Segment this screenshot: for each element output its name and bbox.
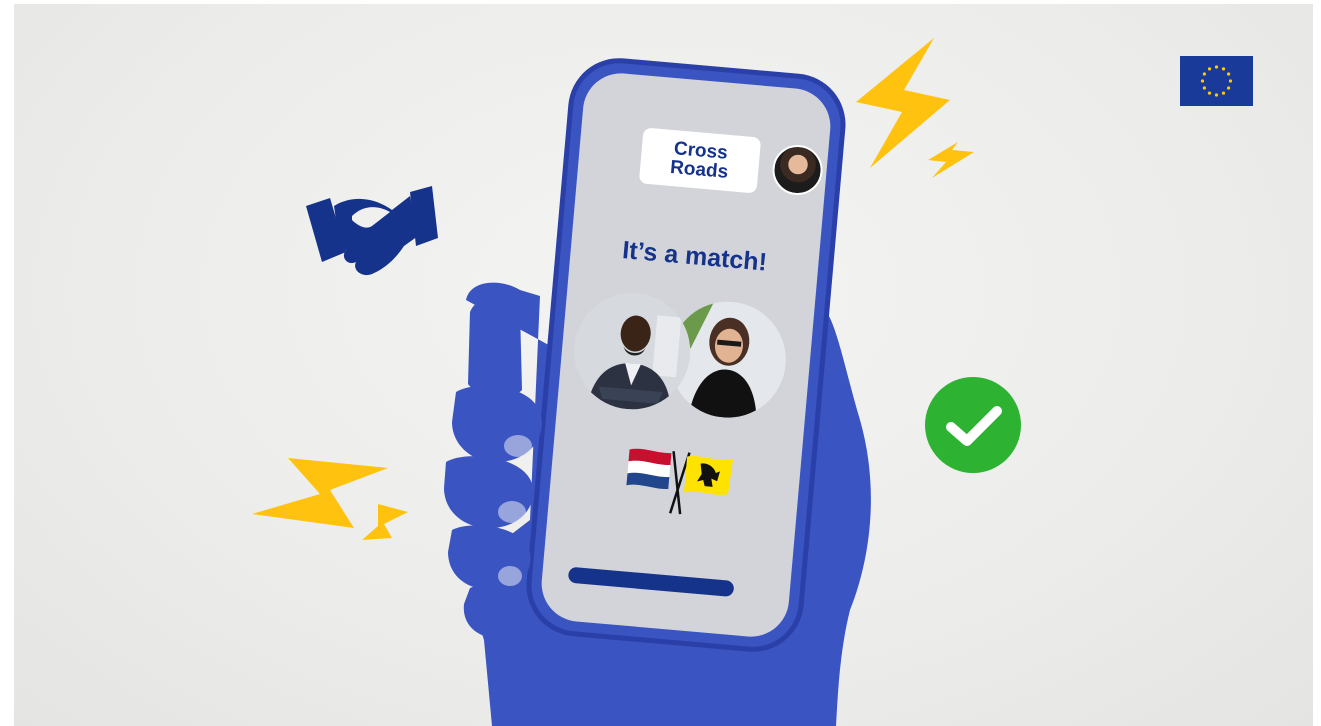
netherlands-flag-icon [626, 448, 672, 489]
eu-flag-stars [1180, 56, 1253, 106]
phone-screen: Cross Roads It’s a match! [538, 70, 834, 640]
eu-flag-icon [1180, 56, 1253, 106]
flanders-flag-icon [684, 455, 734, 495]
home-indicator-bar[interactable] [567, 566, 735, 598]
logo-line2: Roads [669, 156, 730, 183]
user-avatar[interactable] [770, 142, 825, 198]
match-photo-man[interactable] [569, 288, 695, 415]
phone: Cross Roads It’s a match! [527, 59, 845, 651]
match-headline: It’s a match! [621, 236, 769, 277]
app-logo: Cross Roads [638, 127, 762, 194]
crossed-flags [618, 443, 740, 523]
flags-graphic [626, 448, 734, 515]
handshake-icon [306, 186, 438, 276]
checkmark-icon [925, 377, 1021, 473]
illustration-scene: Cross Roads It’s a match! [0, 0, 1321, 726]
lightning-icon [856, 38, 974, 178]
man-portrait [569, 288, 695, 415]
checkmark-glyph [946, 406, 1002, 446]
lightning-icon [252, 458, 408, 540]
